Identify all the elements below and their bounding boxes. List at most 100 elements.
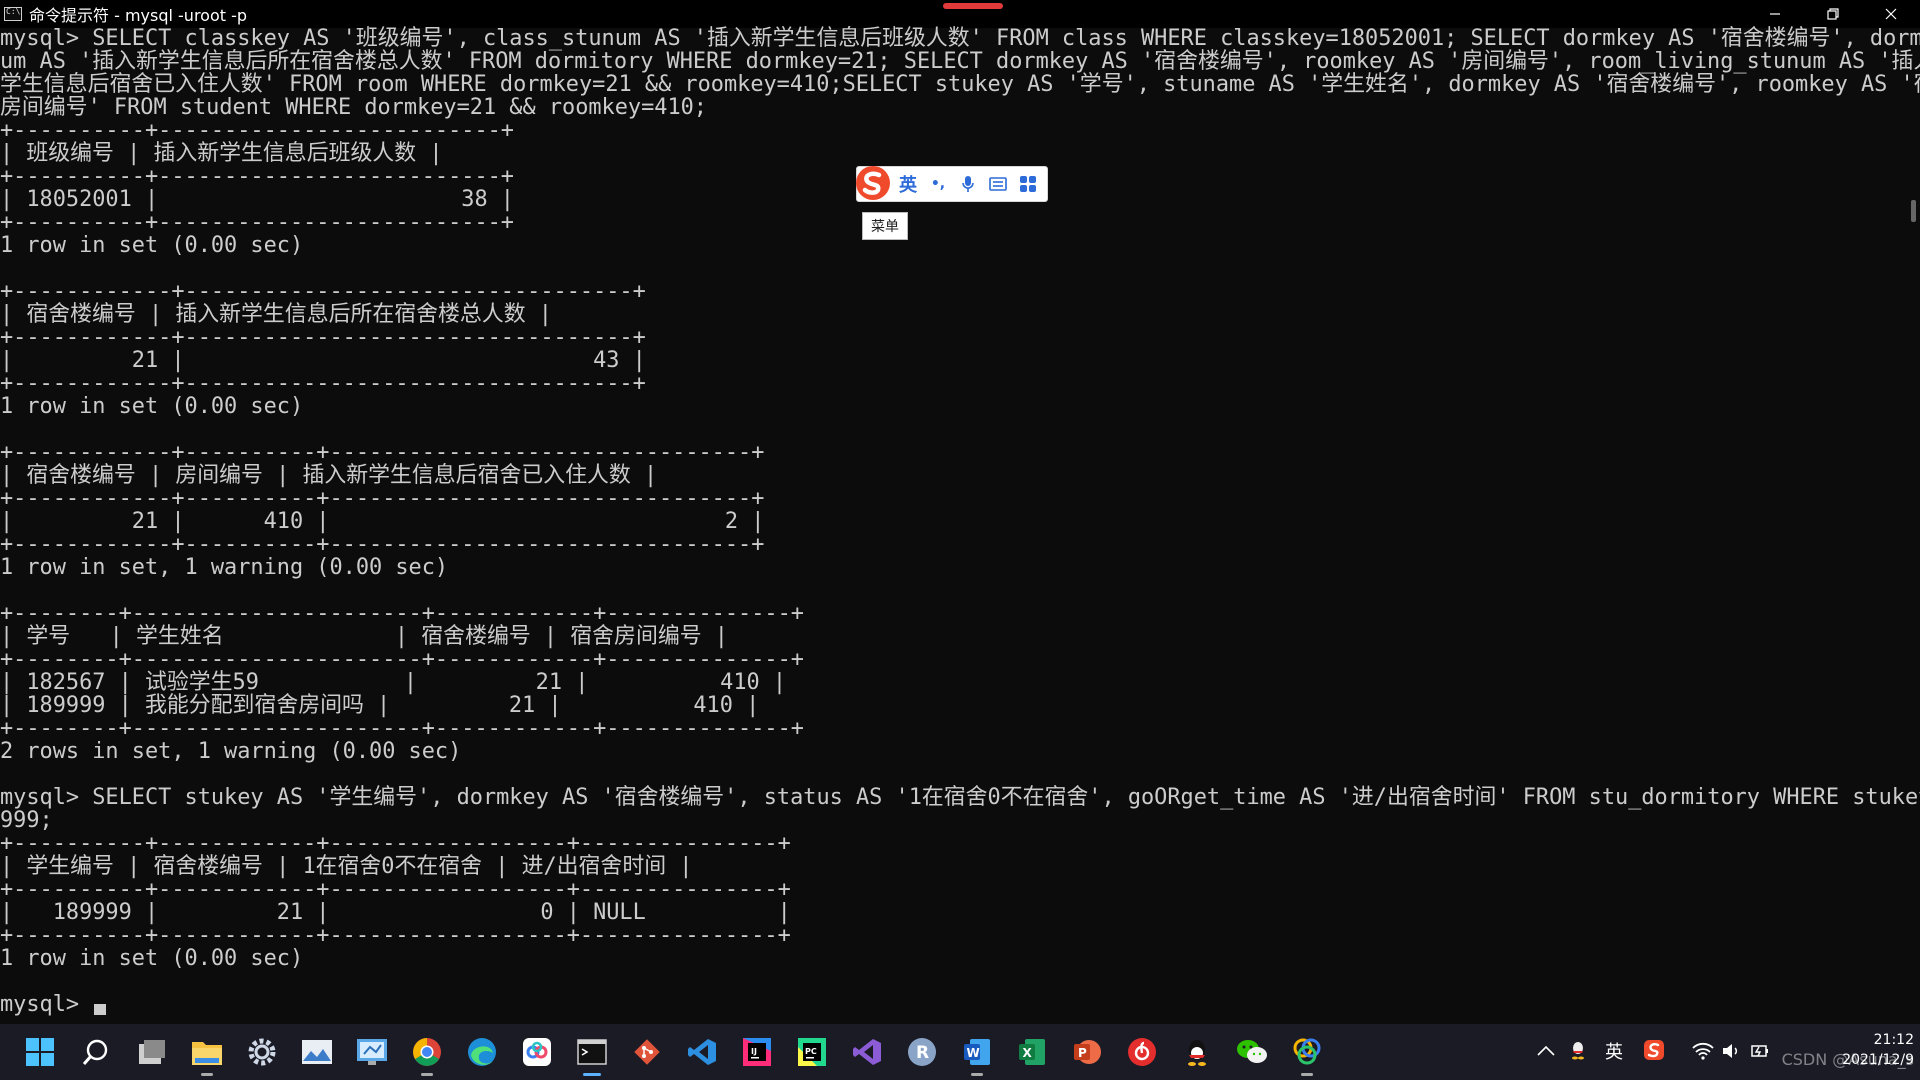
task-view-icon[interactable]	[134, 1034, 170, 1070]
console-line: 1 row in set (0.00 sec)	[0, 394, 304, 419]
clock-time: 21:12	[1873, 1032, 1914, 1048]
volume-icon[interactable]	[1722, 1042, 1742, 1060]
minimize-button[interactable]	[1746, 0, 1804, 28]
console-line: | 学号 | 学生姓名 | 宿舍楼编号 | 宿舍房间编号 |	[0, 624, 728, 649]
console-line: +--------+----------------------+-------…	[0, 647, 804, 672]
console-line: 2 rows in set, 1 warning (0.00 sec)	[0, 739, 462, 764]
excel-icon[interactable]: X	[1014, 1034, 1050, 1070]
wifi-icon[interactable]	[1692, 1042, 1714, 1060]
svg-text:PC: PC	[805, 1047, 817, 1056]
watermark: CSDN @Asuna_s	[1781, 1050, 1914, 1069]
scrollbar[interactable]	[1911, 200, 1916, 222]
window-controls	[1746, 0, 1920, 28]
taskbar: IJ PC R W X P 英 21:12 2021/12/9	[0, 1024, 1920, 1080]
word-icon[interactable]: W	[959, 1034, 995, 1076]
r-icon[interactable]: R	[904, 1034, 940, 1070]
console-line: +------------+--------------------------…	[0, 325, 646, 350]
console-line: 房间编号' FROM student WHERE dormkey=21 && r…	[0, 95, 707, 120]
tray-ime-label[interactable]: 英	[1605, 1038, 1623, 1064]
svg-text:R: R	[916, 1043, 929, 1063]
console-line: +----------+--------------------------+	[0, 210, 514, 235]
battery-icon[interactable]	[1750, 1042, 1770, 1060]
control-panel-icon[interactable]	[354, 1034, 390, 1070]
restore-icon	[1827, 8, 1839, 20]
svg-text:W: W	[967, 1046, 980, 1060]
close-button[interactable]	[1862, 0, 1920, 28]
windows-start-icon[interactable]	[22, 1034, 58, 1070]
console-line: +----------+------------+---------------…	[0, 831, 791, 856]
git-icon[interactable]	[629, 1034, 665, 1070]
svg-text:X: X	[1023, 1046, 1033, 1060]
console-line: | 宿舍楼编号 | 插入新学生信息后所在宿舍楼总人数 |	[0, 302, 552, 327]
console-line: | 189999 | 我能分配到宿舍房间吗 | 21 | 410 |	[0, 693, 760, 718]
toolbox-icon[interactable]	[1013, 169, 1043, 199]
wechat-icon[interactable]	[1234, 1034, 1270, 1070]
baidu-netdisk-icon[interactable]	[519, 1034, 555, 1070]
console-prompt: mysql>	[0, 992, 93, 1017]
console-line: +------------+----------+---------------…	[0, 486, 765, 511]
visual-studio-icon[interactable]	[849, 1034, 885, 1070]
search-icon[interactable]	[78, 1034, 114, 1070]
title-bar: 命令提示符 - mysql -uroot -p	[0, 0, 1920, 28]
color-app-icon[interactable]	[1289, 1034, 1325, 1076]
terminal-icon[interactable]	[574, 1034, 610, 1076]
vscode-icon[interactable]	[684, 1034, 720, 1070]
intellij-idea-icon[interactable]: IJ	[739, 1034, 775, 1070]
pycharm-icon[interactable]: PC	[794, 1034, 830, 1070]
file-explorer-icon[interactable]	[189, 1034, 225, 1076]
qq-icon[interactable]	[1179, 1034, 1215, 1070]
active-indicator	[583, 1073, 601, 1076]
ime-toolbar[interactable]: 英 •,	[856, 166, 1048, 202]
minimize-icon	[1770, 13, 1780, 15]
console-prompt-line[interactable]: mysql>	[0, 993, 1904, 1016]
edge-icon[interactable]	[464, 1034, 500, 1070]
console-line: +------------+--------------------------…	[0, 371, 646, 396]
console-line: mysql> SELECT classkey AS '班级编号', class_…	[0, 26, 1920, 51]
sogou-tray-icon[interactable]	[1643, 1039, 1665, 1061]
ime-mode-toggle[interactable]: 英	[893, 169, 923, 199]
console-line: +----------+--------------------------+	[0, 118, 514, 143]
console-line: +----------+------------+---------------…	[0, 877, 791, 902]
console-line: +------------+----------+---------------…	[0, 440, 765, 465]
running-indicator	[421, 1073, 433, 1076]
settings-icon[interactable]	[244, 1034, 280, 1070]
qq-tray-icon[interactable]	[1570, 1040, 1586, 1060]
running-indicator	[971, 1073, 983, 1076]
keyboard-icon[interactable]	[983, 169, 1013, 199]
console-line: um AS '插入新学生信息后所在宿舍楼总人数' FROM dormitory …	[0, 49, 1920, 74]
running-indicator	[1301, 1073, 1313, 1076]
console-line: | 189999 | 21 | 0 | NULL |	[0, 900, 791, 925]
console-line: | 21 | 410 | 2 |	[0, 509, 765, 534]
ime-punct-toggle[interactable]: •,	[923, 169, 953, 199]
console-line: 学生信息后宿舍已入住人数' FROM room WHERE dormkey=21…	[0, 72, 1920, 97]
netease-music-icon[interactable]	[1124, 1034, 1160, 1070]
console-line: +--------+----------------------+-------…	[0, 716, 804, 741]
running-indicator	[201, 1073, 213, 1076]
chrome-icon[interactable]	[409, 1034, 445, 1076]
close-icon	[1885, 8, 1897, 20]
sogou-logo-icon[interactable]	[853, 163, 893, 203]
console-line: | 班级编号 | 插入新学生信息后班级人数 |	[0, 141, 443, 166]
console-line: | 21 | 43 |	[0, 348, 646, 373]
photos-icon[interactable]	[299, 1034, 335, 1070]
restore-button[interactable]	[1804, 0, 1862, 28]
microphone-icon[interactable]	[953, 169, 983, 199]
console-line: | 182567 | 试验学生59 | 21 | 410 |	[0, 670, 787, 695]
console-line: +------------+--------------------------…	[0, 279, 646, 304]
console-line: 1 row in set (0.00 sec)	[0, 946, 304, 971]
powerpoint-icon[interactable]: P	[1069, 1034, 1105, 1070]
chevron-up-icon[interactable]	[1537, 1045, 1555, 1057]
console-line: +--------+----------------------+-------…	[0, 601, 804, 626]
console-line: mysql> SELECT stukey AS '学生编号', dormkey …	[0, 785, 1920, 810]
svg-text:P: P	[1078, 1046, 1087, 1060]
text-cursor	[94, 1004, 107, 1015]
console-line: +------------+----------+---------------…	[0, 532, 765, 557]
console-line: 999;	[0, 808, 53, 833]
title-drag-indicator	[943, 3, 1003, 9]
window-title: 命令提示符 - mysql -uroot -p	[29, 6, 248, 25]
